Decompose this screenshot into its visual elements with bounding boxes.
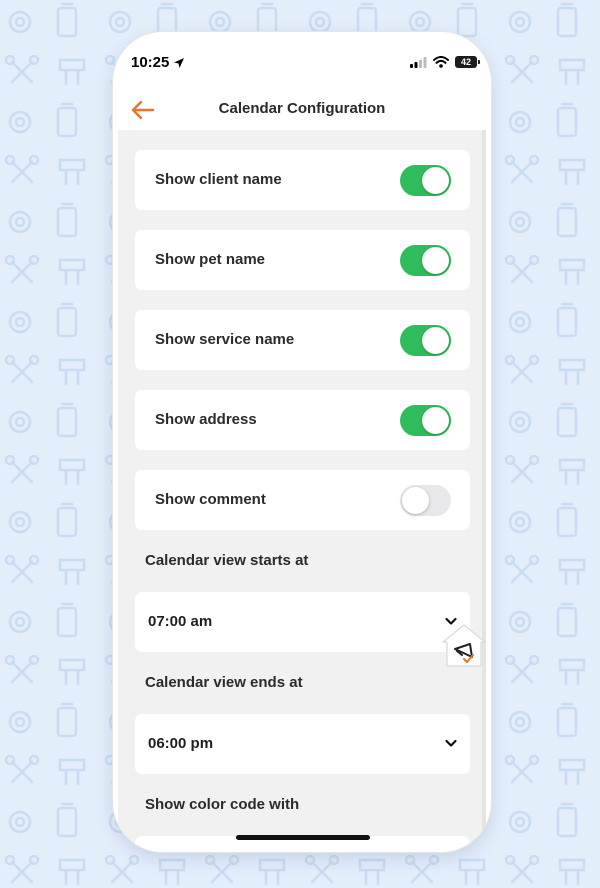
setting-label: Show service name — [155, 331, 295, 348]
page-title: Calendar Configuration — [218, 100, 386, 117]
calendar-end-value: 06:00 pm — [148, 735, 214, 752]
status-time-text: 10:25 — [131, 54, 170, 71]
toggle-knob — [422, 167, 449, 194]
setting-show-service-name: Show service name — [135, 310, 470, 370]
navigation-bar: Calendar Configuration — [113, 94, 491, 130]
show-client-name-toggle[interactable] — [400, 165, 451, 196]
calendar-start-label: Calendar view starts at — [145, 552, 309, 569]
home-indicator — [236, 835, 370, 840]
toggle-knob — [422, 407, 449, 434]
show-pet-name-toggle[interactable] — [400, 245, 451, 276]
toggle-knob — [402, 487, 429, 514]
battery-level: 42 — [460, 57, 471, 67]
setting-label: Show client name — [155, 171, 282, 188]
show-service-name-toggle[interactable] — [400, 325, 451, 356]
status-indicators: 42 — [410, 56, 480, 68]
wifi-icon — [433, 56, 449, 68]
calendar-end-select[interactable]: 06:00 pm — [135, 714, 470, 774]
status-time: 10:25 — [131, 54, 185, 71]
chevron-down-icon — [445, 739, 457, 747]
scrollbar[interactable] — [482, 130, 486, 852]
calendar-start-select[interactable]: 07:00 am — [135, 592, 470, 652]
battery-icon: 42 — [455, 56, 480, 68]
show-comment-toggle[interactable] — [400, 485, 451, 516]
calendar-end-label: Calendar view ends at — [145, 674, 303, 691]
toggle-knob — [422, 327, 449, 354]
setting-show-comment: Show comment — [135, 470, 470, 530]
calendar-start-value: 07:00 am — [148, 613, 213, 630]
setting-show-client-name: Show client name — [135, 150, 470, 210]
status-bar: 10:25 42 — [113, 32, 491, 94]
setting-label: Show pet name — [155, 251, 266, 268]
help-home-icon[interactable] — [440, 622, 486, 670]
setting-show-pet-name: Show pet name — [135, 230, 470, 290]
setting-label: Show address — [155, 411, 257, 428]
setting-show-address: Show address — [135, 390, 470, 450]
signal-icon — [410, 56, 427, 68]
color-code-label: Show color code with — [145, 796, 300, 813]
show-address-toggle[interactable] — [400, 405, 451, 436]
settings-content[interactable]: Show client name Show pet name Show serv… — [118, 130, 486, 852]
setting-label: Show comment — [155, 491, 266, 508]
phone-frame: 10:25 42 Calendar Configuration Show cli… — [113, 32, 491, 852]
toggle-knob — [422, 247, 449, 274]
location-arrow-icon — [174, 57, 185, 68]
